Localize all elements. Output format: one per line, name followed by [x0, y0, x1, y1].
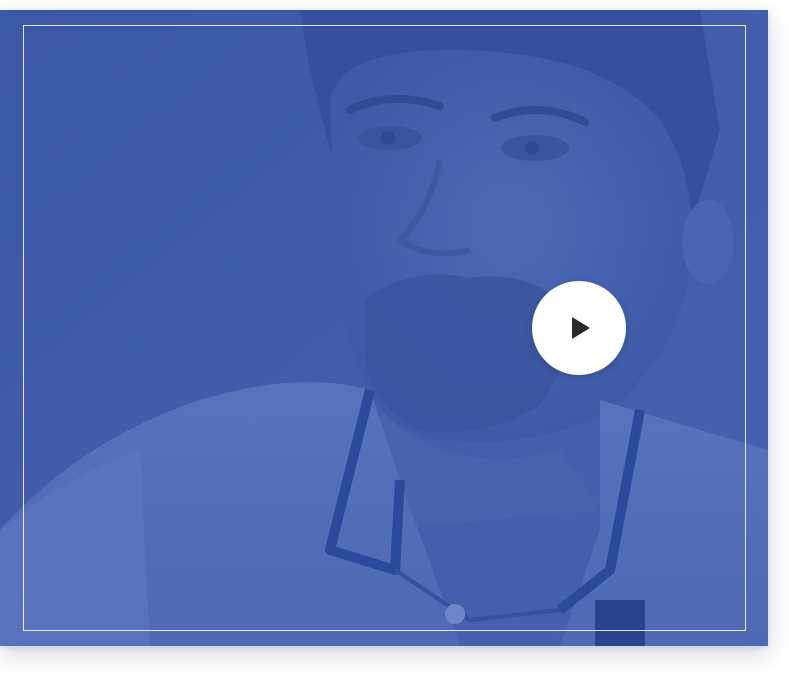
video-player[interactable] [0, 10, 768, 646]
play-button[interactable] [532, 281, 626, 375]
play-icon [572, 317, 590, 339]
video-thumbnail [0, 10, 768, 646]
